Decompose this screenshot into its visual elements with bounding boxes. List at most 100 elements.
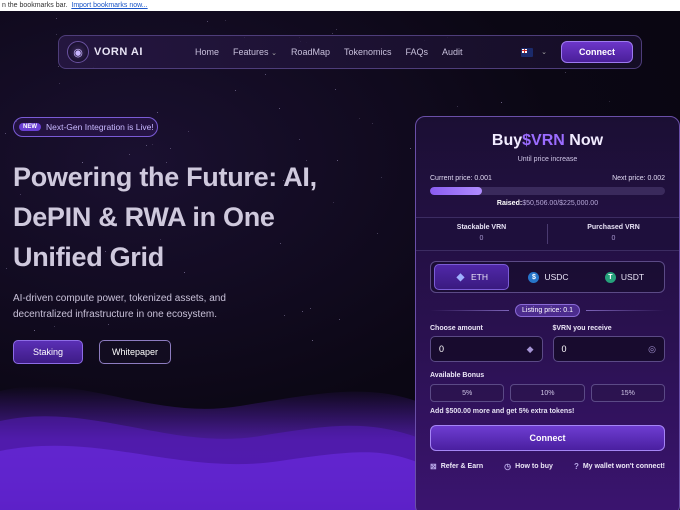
hero-title-line-3: Unified Grid xyxy=(13,242,164,272)
star xyxy=(301,311,303,313)
receive-amount-input[interactable]: 0 ◎ xyxy=(552,336,665,362)
language-chevron-down-icon[interactable]: ⌄ xyxy=(541,48,547,56)
choose-amount-input[interactable]: 0 ◆ xyxy=(430,336,543,362)
bonus-10[interactable]: 10% xyxy=(510,384,585,402)
eth-input-icon: ◆ xyxy=(526,343,534,354)
nav-features[interactable]: Features ⌄ xyxy=(233,47,277,57)
available-bonus-label: Available Bonus xyxy=(430,372,485,379)
refer-earn-link[interactable]: ⊠ Refer & Earn xyxy=(430,462,483,471)
import-bookmarks-link[interactable]: Import bookmarks now... xyxy=(71,2,147,9)
clock-icon: ◷ xyxy=(504,462,512,471)
star xyxy=(283,315,285,316)
vrn-input-icon: ◎ xyxy=(648,343,656,354)
listing-line-right xyxy=(586,310,666,311)
star xyxy=(5,268,7,270)
help-icon: ? xyxy=(573,462,579,471)
token-usdt[interactable]: T USDT xyxy=(588,264,661,290)
new-tag: NEW xyxy=(19,123,41,131)
how-to-buy-link[interactable]: ◷ How to buy xyxy=(504,462,553,471)
token-usdt-label: USDT xyxy=(620,272,645,282)
star xyxy=(187,130,189,132)
nav-roadmap[interactable]: RoadMap xyxy=(291,47,330,57)
star xyxy=(56,34,58,36)
token-usdc[interactable]: $ USDC xyxy=(512,264,585,290)
chevron-down-icon: ⌄ xyxy=(271,50,277,57)
choose-amount-label: Choose amount xyxy=(430,325,483,332)
star xyxy=(358,118,360,120)
eth-icon: ◆ xyxy=(456,271,465,283)
star xyxy=(170,147,172,149)
star xyxy=(279,107,281,109)
nav-connect-button[interactable]: Connect xyxy=(561,41,633,63)
star xyxy=(151,143,153,145)
star xyxy=(58,82,60,84)
star xyxy=(334,89,336,91)
choose-amount-value: 0 xyxy=(439,344,445,354)
token-eth[interactable]: ◆ ETH xyxy=(434,264,509,290)
star xyxy=(4,133,6,135)
staking-button[interactable]: Staking xyxy=(13,340,83,364)
purchased-label: Purchased VRN xyxy=(587,224,640,231)
amount-inputs: Choose amount 0 ◆ $VRN you receive 0 ◎ xyxy=(430,325,665,362)
australia-flag-icon[interactable] xyxy=(521,47,534,57)
bonus-5[interactable]: 5% xyxy=(430,384,505,402)
nav-audit[interactable]: Audit xyxy=(442,47,463,57)
choose-amount-group: Choose amount 0 ◆ xyxy=(430,325,543,362)
presale-card: Buy$VRN Now Until price increase Current… xyxy=(415,116,680,510)
usdc-icon: $ xyxy=(528,271,540,283)
refer-earn-label: Refer & Earn xyxy=(440,463,484,470)
bonus-options: 5% 10% 15% xyxy=(430,384,665,402)
star xyxy=(501,101,503,103)
bookmarks-bar: n the bookmarks bar. Import bookmarks now… xyxy=(0,0,680,11)
hero-title-line-1: Powering the Future: AI, xyxy=(13,162,317,192)
star xyxy=(264,73,266,75)
wallet-help-label: My wallet won't connect! xyxy=(582,463,665,470)
stackable-vrn: Stackable VRN 0 xyxy=(416,218,547,250)
nav-tokenomics[interactable]: Tokenomics xyxy=(344,47,392,57)
star xyxy=(55,18,57,20)
star xyxy=(410,147,412,149)
raised-text: Raised:$50,506.00/$225,000.00 xyxy=(430,200,665,207)
presale-progress-fill xyxy=(430,187,482,195)
bookmarks-bar-text: n the bookmarks bar. xyxy=(2,2,68,9)
announcement-badge[interactable]: NEW Next-Gen Integration is Live! xyxy=(13,117,158,137)
usdt-icon: T xyxy=(604,271,616,283)
title-suffix: Now xyxy=(569,132,604,149)
logo[interactable]: ◉ VORN AI xyxy=(67,41,187,63)
star xyxy=(339,319,341,321)
star xyxy=(564,71,566,73)
raised-amount: $50,506.00/$225,000.00 xyxy=(522,200,599,207)
star xyxy=(381,176,383,178)
listing-price: Listing price: 0.1 xyxy=(515,304,580,317)
how-to-buy-label: How to buy xyxy=(515,463,553,470)
star xyxy=(310,307,312,309)
raised-label: Raised: xyxy=(496,200,523,207)
bonus-15[interactable]: 15% xyxy=(590,384,665,402)
star xyxy=(146,144,148,146)
star xyxy=(371,123,373,125)
whitepaper-button[interactable]: Whitepaper xyxy=(99,340,171,364)
wallet-help-link[interactable]: ? My wallet won't connect! xyxy=(574,462,665,471)
purchased-value: 0 xyxy=(611,235,616,242)
hero-subtitle: AI-driven compute power, tokenized asset… xyxy=(13,293,226,320)
listing-line-left xyxy=(430,310,510,311)
nav-home[interactable]: Home xyxy=(195,47,219,57)
star xyxy=(377,232,379,234)
bonus-note: Add $500.00 more and get 5% extra tokens… xyxy=(430,408,575,415)
nav-faqs[interactable]: FAQs xyxy=(406,47,429,57)
page: ◉ VORN AI Home Features ⌄ RoadMap Tokeno… xyxy=(0,11,680,510)
star xyxy=(57,66,59,68)
star xyxy=(128,153,130,155)
receive-amount-label: $VRN you receive xyxy=(552,325,612,332)
star xyxy=(206,21,208,23)
card-footer-links: ⊠ Refer & Earn ◷ How to buy ? My wallet won… xyxy=(430,462,665,471)
star xyxy=(54,325,56,327)
badge-text: Next-Gen Integration is Live! xyxy=(46,122,154,132)
vrn-balances: Stackable VRN 0 Purchased VRN 0 xyxy=(416,217,679,251)
card-connect-button[interactable]: Connect xyxy=(430,425,665,451)
star xyxy=(298,139,300,141)
price-row: Current price: 0.001 Next price: 0.002 xyxy=(430,175,665,182)
nav-right: ⌄ Connect xyxy=(521,41,633,63)
payment-token-selector: ◆ ETH $ USDC T USDT xyxy=(430,261,665,293)
listing-price-row: Listing price: 0.1 xyxy=(430,304,666,317)
